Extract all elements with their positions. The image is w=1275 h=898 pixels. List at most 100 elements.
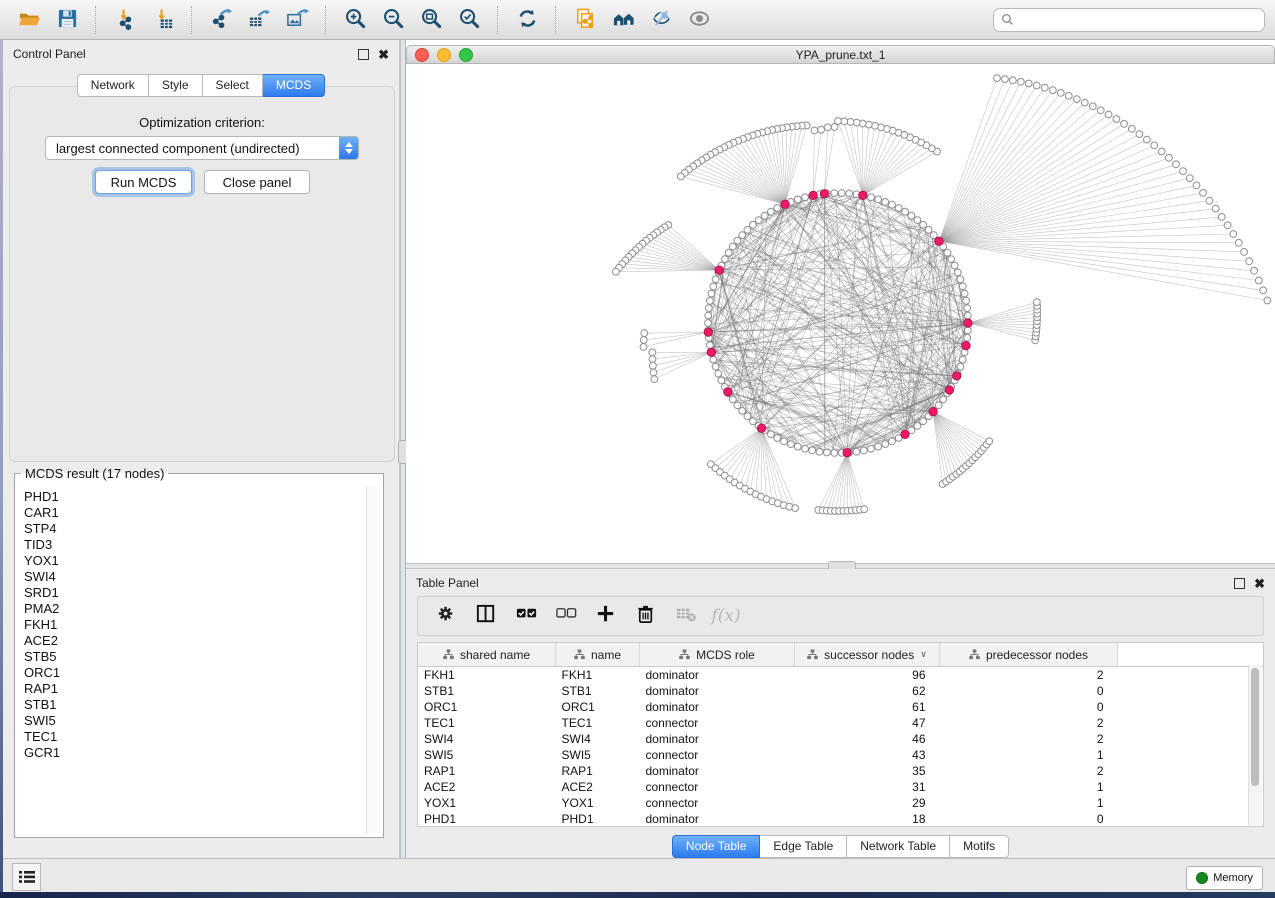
column-header-predecessor-nodes[interactable]: predecessor nodes	[940, 643, 1118, 667]
split-icon	[475, 603, 498, 629]
import-network-from-database-button[interactable]	[570, 5, 600, 35]
mcds-result-item[interactable]: YOX1	[24, 553, 367, 569]
network-canvas[interactable]	[406, 64, 1275, 563]
run-mcds-button[interactable]: Run MCDS	[95, 170, 192, 194]
zoom-out-button[interactable]	[378, 5, 408, 35]
mcds-result-item[interactable]: CAR1	[24, 505, 367, 521]
add-column-button[interactable]	[591, 601, 621, 631]
cell-successor-nodes: 18	[795, 811, 940, 827]
column-header-filler	[1118, 643, 1264, 667]
network-nodes[interactable]	[612, 75, 1270, 515]
export-table-button[interactable]	[244, 5, 274, 35]
column-header-successor-nodes[interactable]: successor nodes∨	[795, 643, 940, 667]
table-row[interactable]: RAP1RAP1dominator352	[418, 763, 1263, 779]
mcds-result-item[interactable]: RAP1	[24, 681, 367, 697]
mcds-result-item[interactable]: TEC1	[24, 729, 367, 745]
mcds-result-item[interactable]: ACE2	[24, 633, 367, 649]
optimization-criterion-select[interactable]: largest connected component (undirected)	[45, 136, 359, 160]
fx-icon: f(x)	[711, 606, 740, 626]
import-table-from-file-button[interactable]	[148, 5, 178, 35]
network-window-titlebar[interactable]: YPA_prune.txt_1	[406, 45, 1275, 64]
float-panel-icon[interactable]	[1234, 578, 1245, 589]
show-network-overview-button[interactable]	[684, 5, 714, 35]
export-network-button[interactable]	[206, 5, 236, 35]
open-file-button[interactable]	[14, 5, 44, 35]
tab-node-table[interactable]: Node Table	[672, 835, 761, 858]
show-welcome-screen-button[interactable]	[608, 5, 638, 35]
split-table-panel-button[interactable]	[471, 601, 501, 631]
toolbar-separator	[325, 6, 327, 34]
table-row[interactable]: PHD1PHD1dominator180	[418, 811, 1263, 827]
tab-select[interactable]: Select	[203, 74, 263, 97]
refresh-view-button[interactable]	[512, 5, 542, 35]
cell-name: SWI5	[556, 747, 640, 763]
zoom-selected-button[interactable]	[454, 5, 484, 35]
mcds-result-item[interactable]: STP4	[24, 521, 367, 537]
mcds-result-item[interactable]: PHD1	[24, 489, 367, 505]
float-panel-icon[interactable]	[358, 49, 369, 60]
cell-shared-name: PHD1	[418, 811, 556, 827]
node-table[interactable]: shared namenameMCDS rolesuccessor nodes∨…	[417, 642, 1264, 827]
network-window-title: YPA_prune.txt_1	[407, 48, 1274, 62]
table-row[interactable]: YOX1YOX1connector291	[418, 795, 1263, 811]
export-image-button[interactable]	[282, 5, 312, 35]
mcds-result-scrollbar[interactable]	[366, 487, 380, 834]
mcds-result-item[interactable]: FKH1	[24, 617, 367, 633]
cell-successor-nodes: 43	[795, 747, 940, 763]
column-header-shared-name[interactable]: shared name	[418, 643, 556, 667]
mcds-result-item[interactable]: SRD1	[24, 585, 367, 601]
scrollbar-thumb[interactable]	[1251, 668, 1259, 786]
close-panel-icon[interactable]: ✖	[378, 50, 389, 59]
mcds-result-item[interactable]: SWI5	[24, 713, 367, 729]
import-network-from-file-button[interactable]	[110, 5, 140, 35]
mcds-result-item[interactable]: GCR1	[24, 745, 367, 761]
close-panel-button[interactable]: Close panel	[204, 170, 310, 194]
cell-filler	[1118, 731, 1264, 747]
gear-icon	[435, 603, 458, 629]
toggle-graphics-details-button[interactable]	[646, 5, 676, 35]
table-row[interactable]: STB1STB1dominator620	[418, 683, 1263, 699]
column-header-MCDS-role[interactable]: MCDS role	[640, 643, 795, 667]
save-session-button[interactable]	[52, 5, 82, 35]
zoom-fit-button[interactable]	[416, 5, 446, 35]
mcds-result-item[interactable]: ORC1	[24, 665, 367, 681]
tab-mcds[interactable]: MCDS	[263, 74, 325, 97]
list-icon	[19, 870, 35, 884]
table-settings-button[interactable]	[431, 601, 461, 631]
cell-predecessor-nodes: 1	[940, 795, 1118, 811]
table-row[interactable]: FKH1FKH1dominator962	[418, 667, 1263, 684]
tab-style[interactable]: Style	[149, 74, 203, 97]
mcds-result-item[interactable]: PMA2	[24, 601, 367, 617]
cell-filler	[1118, 779, 1264, 795]
close-panel-icon[interactable]: ✖	[1254, 579, 1265, 588]
table-panel: Table Panel ✖ f(x) shared namenameMCDS r…	[406, 569, 1275, 858]
mcds-result-list[interactable]: PHD1CAR1STP4TID3YOX1SWI4SRD1PMA2FKH1ACE2…	[18, 487, 367, 834]
mcds-result-item[interactable]: TID3	[24, 537, 367, 553]
column-header-name[interactable]: name	[556, 643, 640, 667]
tab-network-table[interactable]: Network Table	[847, 835, 950, 858]
homes-icon	[612, 7, 635, 33]
table-row[interactable]: TEC1TEC1connector472	[418, 715, 1263, 731]
attribute-icon	[574, 649, 585, 660]
table-row[interactable]: SWI5SWI5connector431	[418, 747, 1263, 763]
tab-edge-table[interactable]: Edge Table	[760, 835, 847, 858]
mcds-result-item[interactable]: STB5	[24, 649, 367, 665]
search-box[interactable]	[993, 8, 1265, 32]
mcds-result-item[interactable]: STB1	[24, 697, 367, 713]
select-all-rows-button[interactable]	[511, 601, 541, 631]
table-panel-title: Table Panel	[416, 576, 479, 590]
panel-menu-button[interactable]	[12, 863, 41, 891]
table-row[interactable]: ORC1ORC1dominator610	[418, 699, 1263, 715]
memory-button[interactable]: Memory	[1186, 866, 1263, 890]
delete-column-button[interactable]	[631, 601, 661, 631]
table-scrollbar[interactable]	[1248, 665, 1262, 825]
tab-motifs[interactable]: Motifs	[950, 835, 1009, 858]
deselect-all-rows-button[interactable]	[551, 601, 581, 631]
mcds-result-item[interactable]: SWI4	[24, 569, 367, 585]
tab-network[interactable]: Network	[77, 74, 149, 97]
search-input[interactable]	[1019, 12, 1257, 28]
table-row[interactable]: ACE2ACE2connector311	[418, 779, 1263, 795]
table-row[interactable]: SWI4SWI4dominator462	[418, 731, 1263, 747]
sort-indicator: ∨	[920, 649, 927, 660]
zoom-in-button[interactable]	[340, 5, 370, 35]
